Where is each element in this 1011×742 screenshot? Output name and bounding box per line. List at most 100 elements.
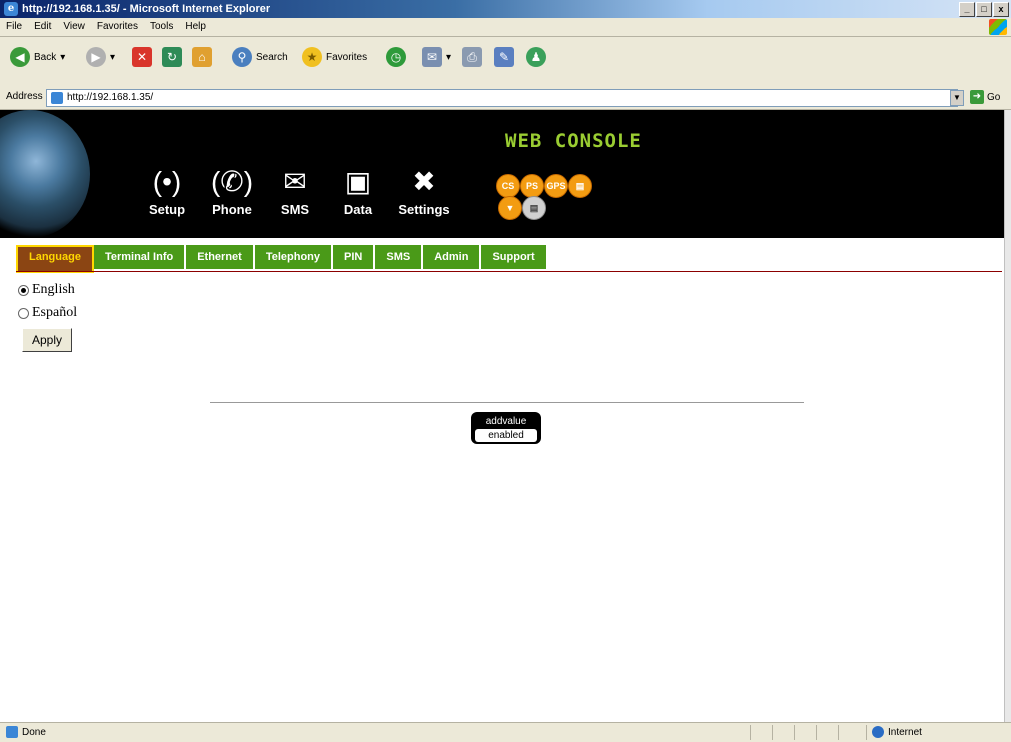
address-dropdown-button[interactable]: ▼ — [950, 90, 964, 106]
nav-data[interactable]: ▣ Data — [328, 162, 388, 217]
chevron-down-icon: ▾ — [446, 51, 452, 63]
back-label: Back — [34, 51, 57, 63]
zone-text: Internet — [888, 726, 922, 738]
tab-terminal-info[interactable]: Terminal Info — [93, 245, 187, 269]
favorites-button[interactable]: ★ Favorites — [302, 45, 367, 69]
status-divider — [838, 725, 839, 740]
radio-espanol-label: Español — [32, 305, 78, 320]
page-status-icon — [6, 726, 18, 738]
forward-button[interactable]: ▶ ▾ — [86, 45, 115, 69]
history-button[interactable]: ◷ — [386, 45, 406, 69]
radio-espanol[interactable]: Español — [18, 305, 77, 321]
favorites-label: Favorites — [326, 51, 368, 63]
status-text: Done — [22, 726, 46, 738]
addvalue-logo: addvalue enabled — [471, 412, 541, 444]
history-icon: ◷ — [386, 47, 406, 67]
nav-settings[interactable]: ✖ Settings — [394, 162, 454, 217]
search-icon: ⚲ — [232, 47, 252, 67]
cs-status-icon: CS — [496, 174, 520, 198]
messenger-icon: ♟ — [526, 47, 546, 67]
tab-pin[interactable]: PIN — [333, 245, 376, 269]
ie-icon: e — [4, 2, 18, 16]
network-status-icon: ▤ — [568, 174, 592, 198]
globe-image — [0, 110, 90, 238]
nav-setup[interactable]: (•) Setup — [137, 162, 197, 217]
printer-icon: ⎙ — [462, 47, 482, 67]
mail-button[interactable]: ✉ ▾ — [422, 45, 451, 69]
radio-checked-icon — [18, 284, 29, 296]
stop-icon: ✕ — [132, 47, 152, 67]
edit-button[interactable]: ✎ — [494, 45, 514, 69]
footer-divider — [210, 402, 804, 403]
nav-phone[interactable]: (✆) Phone — [202, 162, 262, 217]
browser-toolbar: ◀ Back ▾ ▶ ▾ ✕ ↻ ⌂ ⚲ Search ★ Favorites … — [0, 37, 1011, 88]
search-label: Search — [256, 51, 288, 63]
status-divider — [750, 725, 751, 740]
refresh-icon: ↻ — [162, 47, 182, 67]
go-label: Go — [987, 91, 1001, 103]
home-icon: ⌂ — [192, 47, 212, 67]
chevron-down-icon: ▾ — [60, 51, 66, 63]
tab-divider — [16, 271, 1002, 272]
minimize-button[interactable]: _ — [959, 2, 975, 17]
menu-help[interactable]: Help — [179, 18, 212, 36]
vertical-scrollbar[interactable] — [1004, 110, 1011, 722]
print-button[interactable]: ⎙ — [462, 45, 482, 69]
radio-unchecked-icon — [18, 307, 29, 319]
back-button[interactable]: ◀ Back ▾ — [10, 45, 65, 69]
tab-language[interactable]: Language — [16, 245, 94, 273]
menu-view[interactable]: View — [57, 18, 91, 36]
monitor-icon: ▣ — [344, 166, 372, 197]
apply-button[interactable]: Apply — [22, 328, 72, 352]
radio-english[interactable]: English — [18, 282, 75, 298]
maximize-button[interactable]: □ — [976, 2, 992, 17]
window-titlebar: e http://192.168.1.35/ - Microsoft Inter… — [0, 0, 1011, 18]
back-arrow-icon: ◀ — [10, 47, 30, 67]
stop-button[interactable]: ✕ — [132, 45, 152, 69]
page-icon — [51, 92, 63, 104]
nav-setup-label: Setup — [148, 202, 186, 217]
nav-sms-label: SMS — [280, 202, 310, 217]
ps-status-icon: PS — [520, 174, 544, 198]
status-bar: Done Internet — [0, 722, 1011, 742]
usb-status-icon: ▼ — [498, 196, 522, 220]
tab-sms[interactable]: SMS — [375, 245, 424, 269]
menu-favorites[interactable]: Favorites — [91, 18, 144, 36]
address-bar: Address http://192.168.1.35/ ▼ ➜ Go — [0, 87, 1011, 110]
tab-admin[interactable]: Admin — [423, 245, 482, 269]
status-divider — [772, 725, 773, 740]
tab-support[interactable]: Support — [481, 245, 548, 269]
close-button[interactable]: x — [993, 2, 1009, 17]
radio-english-label: English — [32, 282, 75, 297]
tab-ethernet[interactable]: Ethernet — [186, 245, 255, 269]
refresh-button[interactable]: ↻ — [162, 45, 182, 69]
mail-icon: ✉ — [422, 47, 442, 67]
star-icon: ★ — [302, 47, 322, 67]
go-button[interactable]: ➜ Go — [970, 90, 1000, 104]
tab-telephony[interactable]: Telephony — [254, 245, 334, 269]
search-button[interactable]: ⚲ Search — [232, 45, 288, 69]
header-banner: WEB CONSOLE (•) Setup (✆) Phone ✉ SMS ▣ … — [0, 110, 1004, 238]
ethernet-status-icon: ▤ — [522, 196, 546, 220]
menu-bar: File Edit View Favorites Tools Help — [0, 18, 1011, 37]
home-button[interactable]: ⌂ — [192, 45, 212, 69]
page-viewport: WEB CONSOLE (•) Setup (✆) Phone ✉ SMS ▣ … — [0, 110, 1004, 722]
nav-sms[interactable]: ✉ SMS — [265, 162, 325, 217]
status-divider — [866, 725, 867, 740]
tools-icon: ✖ — [412, 166, 436, 197]
logo-line2: enabled — [475, 429, 537, 442]
menu-tools[interactable]: Tools — [144, 18, 179, 36]
menu-file[interactable]: File — [0, 18, 28, 36]
status-divider — [794, 725, 795, 740]
nav-data-label: Data — [343, 202, 373, 217]
address-url: http://192.168.1.35/ — [67, 92, 154, 103]
status-divider — [816, 725, 817, 740]
messenger-button[interactable]: ♟ — [526, 45, 546, 69]
menu-edit[interactable]: Edit — [28, 18, 57, 36]
gps-status-icon: GPS — [544, 174, 568, 198]
nav-phone-label: Phone — [212, 202, 252, 217]
envelope-icon: ✉ — [283, 166, 307, 197]
go-arrow-icon: ➜ — [970, 90, 984, 104]
window-title: http://192.168.1.35/ - Microsoft Interne… — [22, 3, 271, 15]
address-input[interactable]: http://192.168.1.35/ — [46, 89, 958, 107]
